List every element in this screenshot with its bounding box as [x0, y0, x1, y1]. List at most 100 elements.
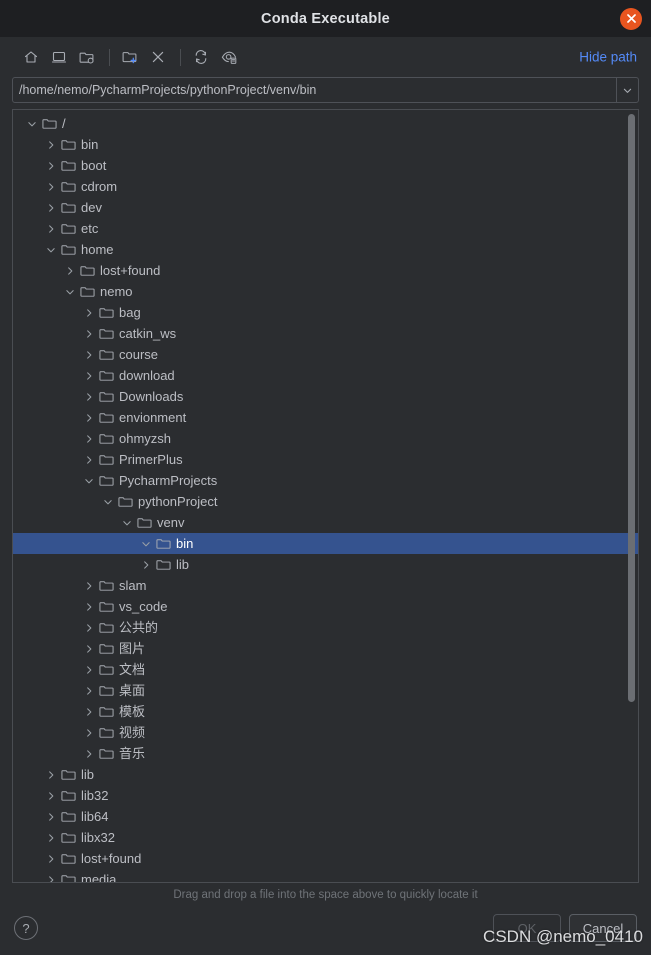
folder-icon-wrap: [98, 470, 115, 491]
tree-row[interactable]: Downloads: [13, 386, 638, 407]
tree-twisty[interactable]: [80, 659, 98, 680]
tree-row[interactable]: 文档: [13, 659, 638, 680]
path-input[interactable]: [13, 78, 616, 102]
tree-row[interactable]: etc: [13, 218, 638, 239]
tree-row[interactable]: lib: [13, 764, 638, 785]
tree-twisty[interactable]: [80, 470, 98, 491]
tree-row[interactable]: 模板: [13, 701, 638, 722]
tree-twisty[interactable]: [61, 281, 79, 302]
directory-tree[interactable]: / bin boot cdrom dev etc home lost+found nemo bag…: [13, 110, 638, 882]
tree-twisty[interactable]: [80, 617, 98, 638]
tree-row[interactable]: course: [13, 344, 638, 365]
tree-twisty[interactable]: [80, 575, 98, 596]
tree-row[interactable]: envionment: [13, 407, 638, 428]
close-button[interactable]: [620, 7, 642, 30]
tree-row[interactable]: 图片: [13, 638, 638, 659]
tree-twisty[interactable]: [61, 260, 79, 281]
tree-twisty[interactable]: [80, 638, 98, 659]
tree-twisty[interactable]: [80, 428, 98, 449]
tree-row[interactable]: bin: [13, 533, 638, 554]
folder-icon-wrap: [98, 638, 115, 659]
tree-row[interactable]: boot: [13, 155, 638, 176]
tree-row[interactable]: PrimerPlus: [13, 449, 638, 470]
folder-icon: [61, 203, 76, 213]
tree-row[interactable]: 桌面: [13, 680, 638, 701]
tree-twisty[interactable]: [42, 218, 60, 239]
tree-row[interactable]: venv: [13, 512, 638, 533]
tree-twisty[interactable]: [42, 869, 60, 882]
tree-twisty[interactable]: [80, 344, 98, 365]
path-dropdown-button[interactable]: [616, 78, 638, 102]
tree-twisty[interactable]: [80, 701, 98, 722]
tree-twisty[interactable]: [42, 827, 60, 848]
tree-twisty[interactable]: [42, 239, 60, 260]
tree-row[interactable]: 音乐: [13, 743, 638, 764]
tree-twisty[interactable]: [42, 134, 60, 155]
tree-twisty[interactable]: [80, 386, 98, 407]
tree-twisty[interactable]: [42, 197, 60, 218]
project-folder-icon-button[interactable]: [74, 44, 100, 70]
tree-twisty[interactable]: [80, 680, 98, 701]
tree-row[interactable]: ohmyzsh: [13, 428, 638, 449]
refresh-icon-button[interactable]: [188, 44, 214, 70]
folder-icon-wrap: [155, 533, 172, 554]
tree-row[interactable]: bag: [13, 302, 638, 323]
tree-row[interactable]: lib: [13, 554, 638, 575]
tree-row[interactable]: lost+found: [13, 848, 638, 869]
tree-row[interactable]: pythonProject: [13, 491, 638, 512]
tree-twisty[interactable]: [137, 554, 155, 575]
new-folder-icon-button[interactable]: [117, 44, 143, 70]
tree-row[interactable]: dev: [13, 197, 638, 218]
tree-twisty[interactable]: [23, 113, 41, 134]
tree-row[interactable]: vs_code: [13, 596, 638, 617]
tree-twisty[interactable]: [42, 785, 60, 806]
tree-row[interactable]: catkin_ws: [13, 323, 638, 344]
tree-row[interactable]: download: [13, 365, 638, 386]
desktop-icon-button[interactable]: [46, 44, 72, 70]
tree-row[interactable]: PycharmProjects: [13, 470, 638, 491]
tree-twisty[interactable]: [80, 449, 98, 470]
tree-twisty[interactable]: [42, 176, 60, 197]
tree-twisty[interactable]: [137, 533, 155, 554]
tree-twisty[interactable]: [80, 743, 98, 764]
tree-twisty[interactable]: [80, 323, 98, 344]
tree-row[interactable]: 视频: [13, 722, 638, 743]
tree-scrollbar-thumb[interactable]: [628, 114, 635, 702]
tree-twisty[interactable]: [80, 722, 98, 743]
folder-icon: [61, 791, 76, 801]
tree-twisty[interactable]: [42, 806, 60, 827]
tree-twisty[interactable]: [80, 365, 98, 386]
tree-row[interactable]: slam: [13, 575, 638, 596]
hide-path-link[interactable]: Hide path: [579, 50, 637, 65]
tree-scrollbar-track[interactable]: [627, 112, 636, 880]
cancel-button[interactable]: Cancel: [569, 914, 637, 942]
tree-twisty[interactable]: [80, 596, 98, 617]
tree-row[interactable]: 公共的: [13, 617, 638, 638]
delete-icon-button[interactable]: [145, 44, 171, 70]
tree-twisty[interactable]: [80, 302, 98, 323]
tree-row[interactable]: cdrom: [13, 176, 638, 197]
tree-row[interactable]: lib32: [13, 785, 638, 806]
dialog-footer: ? OK Cancel: [0, 907, 651, 955]
tree-row[interactable]: lib64: [13, 806, 638, 827]
show-hidden-files-icon-button[interactable]: [216, 44, 242, 70]
tree-twisty[interactable]: [80, 407, 98, 428]
tree-row[interactable]: media: [13, 869, 638, 882]
tree-twisty[interactable]: [42, 848, 60, 869]
folder-icon: [99, 476, 114, 486]
tree-row-label: PycharmProjects: [119, 473, 218, 488]
tree-twisty[interactable]: [99, 491, 117, 512]
tree-row[interactable]: libx32: [13, 827, 638, 848]
help-button[interactable]: ?: [14, 916, 38, 940]
home-icon-button[interactable]: [18, 44, 44, 70]
tree-row[interactable]: bin: [13, 134, 638, 155]
tree-row[interactable]: /: [13, 113, 638, 134]
tree-row[interactable]: lost+found: [13, 260, 638, 281]
tree-twisty[interactable]: [118, 512, 136, 533]
tree-row[interactable]: home: [13, 239, 638, 260]
tree-twisty[interactable]: [42, 764, 60, 785]
folder-icon: [61, 854, 76, 864]
tree-row[interactable]: nemo: [13, 281, 638, 302]
ok-button[interactable]: OK: [493, 914, 561, 942]
tree-twisty[interactable]: [42, 155, 60, 176]
